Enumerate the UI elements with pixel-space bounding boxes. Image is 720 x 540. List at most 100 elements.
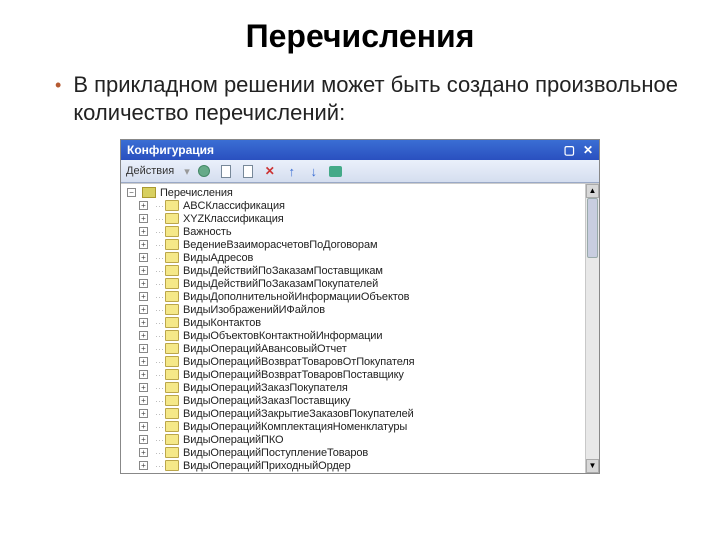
scroll-thumb[interactable] [587, 198, 598, 258]
enum-icon [165, 304, 179, 315]
scroll-track[interactable] [586, 198, 599, 459]
tree-root[interactable]: − Перечисления [121, 186, 585, 199]
tree-item[interactable]: + ⋯ ВидыДействийПоЗаказамПоставщикам [121, 264, 585, 277]
tree-connector-icon: ⋯ [154, 251, 165, 265]
tree-item[interactable]: + ⋯ ВидыОперацийВозвратТоваровОтПокупателя [121, 355, 585, 368]
tree-item[interactable]: +⋯ВидыОперацийЗакрытиеЗаказовПокупателей [121, 407, 585, 420]
expand-icon[interactable]: + [139, 266, 148, 275]
tree-item[interactable]: +⋯Важность [121, 225, 585, 238]
scroll-down-icon[interactable]: ▼ [586, 459, 599, 473]
vertical-scrollbar[interactable]: ▲ ▼ [585, 184, 599, 473]
tree-item-label: ВидыОперацийПриходныйОрдер [183, 459, 351, 473]
enum-icon [165, 291, 179, 302]
tree-item-label: XYZКлассификация [183, 212, 284, 226]
expand-icon[interactable]: + [139, 227, 148, 236]
enum-icon [165, 408, 179, 419]
enum-icon [165, 434, 179, 445]
tree-connector-icon: ⋯ [154, 459, 165, 473]
tree-item[interactable]: +⋯ABCКлассификация [121, 199, 585, 212]
tree-item[interactable]: + ⋯ ВидыОперацийПриходныйОрдер [121, 459, 585, 472]
tree-connector-icon: ⋯ [154, 264, 165, 278]
expand-icon[interactable]: + [139, 253, 148, 262]
tree-item[interactable]: +⋯ВидыОперацийАвансовыйОтчет [121, 342, 585, 355]
move-down-icon[interactable]: ↓ [306, 163, 322, 179]
tree-item[interactable]: + ⋯ ВидыДополнительнойИнформацииОбъектов [121, 290, 585, 303]
tree-item[interactable]: + ⋯ ВедениеВзаиморасчетовПоДоговорам [121, 238, 585, 251]
tree-item[interactable]: +⋯ВидыОперацийПоступлениеТоваров [121, 446, 585, 459]
enum-root-icon [142, 187, 156, 198]
tree-item-label: ВедениеВзаиморасчетовПоДоговорам [183, 238, 377, 252]
tree-root-label: Перечисления [160, 186, 233, 200]
expand-icon[interactable]: + [139, 292, 148, 301]
tree-item[interactable]: +⋯ВидыОперацийКомплектацияНоменклатуры [121, 420, 585, 433]
collapse-icon[interactable]: − [127, 188, 136, 197]
tree-connector-icon: ⋯ [154, 381, 165, 395]
enum-icon [165, 356, 179, 367]
tree-item-label: ВидыОбъектовКонтактнойИнформации [183, 329, 382, 343]
sort-icon[interactable] [328, 163, 344, 179]
tree-item[interactable]: +⋯ВидыОперацийВозвратТоваровПоставщику [121, 368, 585, 381]
add-icon[interactable] [196, 163, 212, 179]
enum-icon [165, 447, 179, 458]
expand-icon[interactable]: + [139, 344, 148, 353]
tree-item[interactable]: +⋯ВидыОперацийЗаказПокупателя [121, 381, 585, 394]
tree-item-label: ВидыДополнительнойИнформацииОбъектов [183, 290, 409, 304]
scroll-up-icon[interactable]: ▲ [586, 184, 599, 198]
tree-connector-icon: ⋯ [154, 277, 165, 291]
enum-icon [165, 460, 179, 471]
new-item-icon[interactable] [218, 163, 234, 179]
expand-icon[interactable]: + [139, 448, 148, 457]
slide-title: Перечисления [0, 0, 720, 67]
expand-icon[interactable]: + [139, 305, 148, 314]
tree-item[interactable]: + ⋯ ВидыИзображенийИФайлов [121, 303, 585, 316]
enum-icon [165, 343, 179, 354]
expand-icon[interactable]: + [139, 409, 148, 418]
tree-item[interactable]: + ⋯ ВидыДействийПоЗаказамПокупателей [121, 277, 585, 290]
expand-icon[interactable]: + [139, 396, 148, 405]
enum-icon [165, 421, 179, 432]
tree-area: −Перечисления+⋯ABCКлассификация+⋯XYZКлас… [121, 183, 599, 473]
tree-connector-icon: ⋯ [154, 238, 165, 252]
expand-icon[interactable]: + [139, 461, 148, 470]
enum-icon [165, 200, 179, 211]
tree-item[interactable]: +⋯ВидыОперацийЗаказПоставщику [121, 394, 585, 407]
expand-icon[interactable]: + [139, 201, 148, 210]
pin-icon[interactable]: ▢ [564, 143, 575, 157]
expand-icon[interactable]: + [139, 318, 148, 327]
tree-item[interactable]: +⋯ВидыОбъектовКонтактнойИнформации [121, 329, 585, 342]
close-icon[interactable]: ✕ [583, 143, 593, 157]
expand-icon[interactable]: + [139, 331, 148, 340]
tree-connector-icon: ⋯ [154, 355, 165, 369]
tree-connector-icon: ⋯ [154, 290, 165, 304]
delete-icon[interactable]: ✕ [262, 163, 278, 179]
tree-item-label: ВидыОперацийВозвратТоваровОтПокупателя [183, 355, 415, 369]
expand-icon[interactable]: + [139, 279, 148, 288]
expand-icon[interactable]: + [139, 357, 148, 366]
expand-icon[interactable]: + [139, 370, 148, 379]
tree-connector-icon: ⋯ [154, 303, 165, 317]
tree-item-label: ВидыДействийПоЗаказамПокупателей [183, 277, 378, 291]
actions-menu[interactable]: Действия [126, 165, 174, 177]
tree-item-label: ВидыОперацийВозвратТоваровПоставщику [183, 368, 404, 382]
tree-connector-icon: ⋯ [154, 446, 165, 460]
tree-item[interactable]: + ⋯ ВидыАдресов [121, 251, 585, 264]
edit-icon[interactable] [240, 163, 256, 179]
tree-item-label: ВидыАдресов [183, 251, 253, 265]
move-up-icon[interactable]: ↑ [284, 163, 300, 179]
tree-item-label: ВидыДействийПоЗаказамПоставщикам [183, 264, 383, 278]
tree-item-label: ВидыИзображенийИФайлов [183, 303, 325, 317]
expand-icon[interactable]: + [139, 435, 148, 444]
expand-icon[interactable]: + [139, 240, 148, 249]
enum-icon [165, 278, 179, 289]
tree-connector-icon: ⋯ [154, 212, 165, 226]
expand-icon[interactable]: + [139, 214, 148, 223]
tree-item-label: ВидыОперацийКомплектацияНоменклатуры [183, 420, 407, 434]
expand-icon[interactable]: + [139, 383, 148, 392]
enum-icon [165, 252, 179, 263]
enum-icon [165, 239, 179, 250]
expand-icon[interactable]: + [139, 422, 148, 431]
tree-item[interactable]: +⋯ВидыКонтактов [121, 316, 585, 329]
tree-item[interactable]: + ⋯ XYZКлассификация [121, 212, 585, 225]
tree-item-label: Важность [183, 225, 231, 239]
tree-item[interactable]: +⋯ВидыОперацийПКО [121, 433, 585, 446]
